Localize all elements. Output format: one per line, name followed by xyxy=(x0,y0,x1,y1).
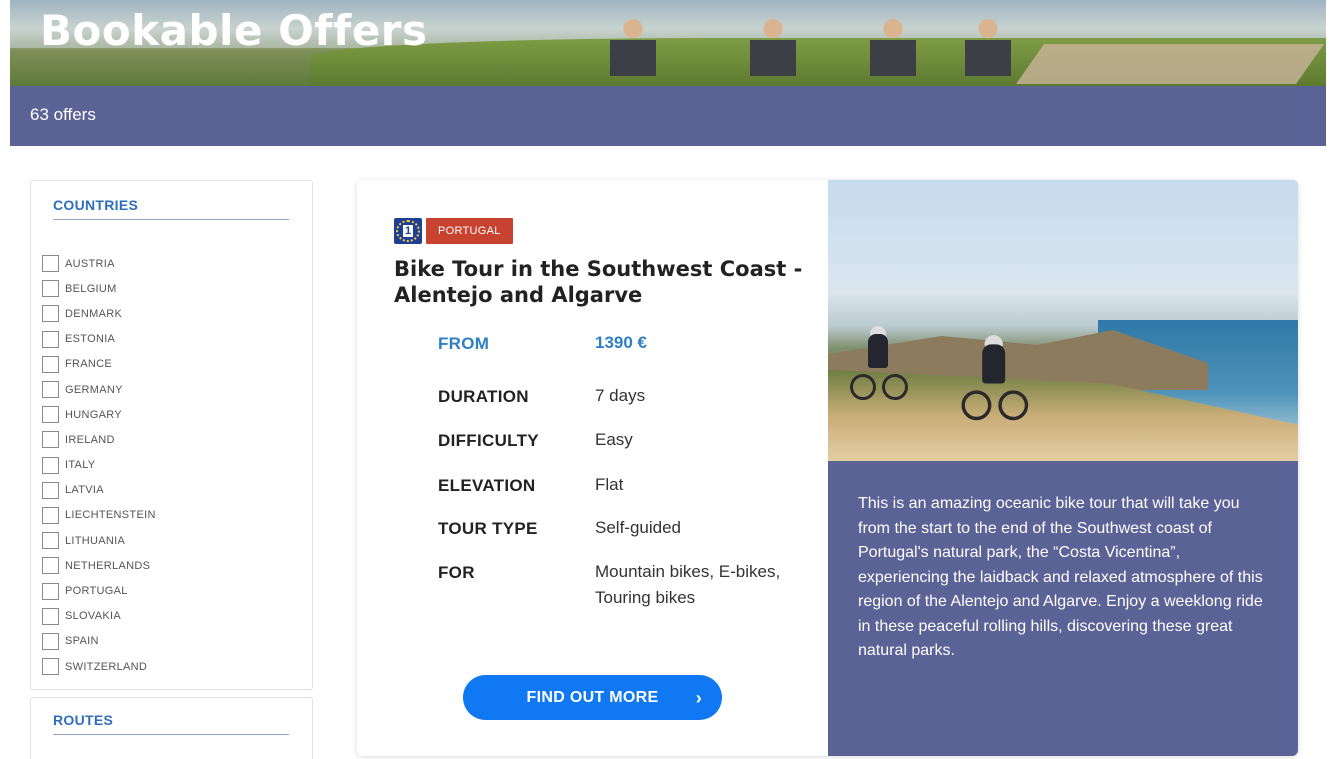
country-filter-item[interactable]: LIECHTENSTEIN xyxy=(42,503,156,528)
routes-filter-title[interactable]: ROUTES xyxy=(53,712,289,735)
hero-cyclist-figure xyxy=(610,16,656,86)
cyclist-body xyxy=(868,334,888,368)
bike-wheel xyxy=(850,374,876,400)
price-value: 1390 € xyxy=(595,333,647,352)
country-label: ESTONIA xyxy=(65,333,116,346)
country-checkbox[interactable] xyxy=(42,456,59,474)
country-checkbox[interactable] xyxy=(42,406,59,424)
offer-count-bar: 63 offers xyxy=(10,86,1326,146)
chevron-right-icon: › xyxy=(695,688,702,708)
duration-value: 7 days xyxy=(595,386,646,405)
country-filter-item[interactable]: HUNGARY xyxy=(42,402,156,427)
spec-label: TOUR TYPE xyxy=(438,519,538,538)
hero-banner: Bookable Offers xyxy=(10,0,1326,86)
country-checkbox[interactable] xyxy=(42,330,59,348)
hero-cyclist-figure xyxy=(870,16,916,86)
country-checkbox[interactable] xyxy=(42,431,59,449)
country-label: BELGIUM xyxy=(65,282,117,295)
country-filter-item[interactable]: SPAIN xyxy=(42,629,156,654)
hero-cyclist-figure xyxy=(965,16,1011,86)
bike-wheel xyxy=(961,390,992,421)
country-checkbox[interactable] xyxy=(42,557,59,575)
countries-filter-title[interactable]: COUNTRIES xyxy=(53,197,289,220)
country-label: HUNGARY xyxy=(65,408,122,421)
cyclist-body xyxy=(982,344,1006,384)
country-checkbox-list: AUSTRIA BELGIUM DENMARK ESTONIA FRANCE GERMAN… xyxy=(42,251,156,679)
country-label: LIECHTENSTEIN xyxy=(65,509,156,522)
country-filter-item[interactable]: BELGIUM xyxy=(42,276,156,301)
country-filter-item[interactable]: SWITZERLAND xyxy=(42,654,156,679)
routes-filter-panel: ROUTES xyxy=(30,697,313,759)
bike-wheel xyxy=(998,390,1029,421)
country-checkbox[interactable] xyxy=(42,305,59,323)
offer-title[interactable]: Bike Tour in the Southwest Coast - Alent… xyxy=(394,256,814,308)
country-checkbox[interactable] xyxy=(42,506,59,524)
country-label: DENMARK xyxy=(65,307,123,320)
country-label: SWITZERLAND xyxy=(65,660,148,673)
country-filter-item[interactable]: ESTONIA xyxy=(42,327,156,352)
country-checkbox[interactable] xyxy=(42,607,59,625)
country-checkbox[interactable] xyxy=(42,381,59,399)
country-checkbox[interactable] xyxy=(42,280,59,298)
countries-filter-panel: COUNTRIES AUSTRIA BELGIUM DENMARK ESTONIA FR… xyxy=(30,180,313,690)
country-filter-item[interactable]: LATVIA xyxy=(42,478,156,503)
country-tag: PORTUGAL xyxy=(426,218,513,244)
country-label: AUSTRIA xyxy=(65,257,115,270)
country-checkbox[interactable] xyxy=(42,582,59,600)
spec-label: FOR xyxy=(438,563,475,582)
photo-cyclist xyxy=(850,326,910,400)
eurovelo-number: 1 xyxy=(402,225,414,237)
country-filter-item[interactable]: PORTUGAL xyxy=(42,578,156,603)
country-label: SPAIN xyxy=(65,635,99,648)
country-label: PORTUGAL xyxy=(65,585,128,598)
offer-description: This is an amazing oceanic bike tour tha… xyxy=(858,495,1263,659)
country-label: FRANCE xyxy=(65,358,113,371)
country-filter-item[interactable]: NETHERLANDS xyxy=(42,553,156,578)
photo-cyclist xyxy=(961,335,1031,421)
country-checkbox[interactable] xyxy=(42,532,59,550)
spec-label: DIFFICULTY xyxy=(438,431,539,450)
offer-media-panel: This is an amazing oceanic bike tour tha… xyxy=(828,180,1298,756)
country-filter-item[interactable]: AUSTRIA xyxy=(42,251,156,276)
country-filter-item[interactable]: FRANCE xyxy=(42,352,156,377)
country-label: GERMANY xyxy=(65,383,123,396)
find-out-more-button[interactable]: FIND OUT MORE › xyxy=(463,675,722,720)
country-checkbox[interactable] xyxy=(42,658,59,676)
offer-count: 63 offers xyxy=(30,105,96,124)
tour-type-value: Self-guided xyxy=(595,518,682,537)
country-checkbox[interactable] xyxy=(42,255,59,273)
hero-path xyxy=(1015,44,1325,84)
offer-card: 1 PORTUGAL Bike Tour in the Southwest Co… xyxy=(357,180,1298,756)
country-label: ITALY xyxy=(65,459,96,472)
country-checkbox[interactable] xyxy=(42,355,59,373)
elevation-value: Flat xyxy=(595,475,624,494)
page-title: Bookable Offers xyxy=(40,6,428,55)
country-filter-item[interactable]: GERMANY xyxy=(42,377,156,402)
spec-label: FROM xyxy=(438,334,490,353)
difficulty-value: Easy xyxy=(595,430,633,449)
offer-details: 1 PORTUGAL Bike Tour in the Southwest Co… xyxy=(357,180,828,756)
offer-photo[interactable] xyxy=(828,180,1298,461)
country-filter-item[interactable]: LITHUANIA xyxy=(42,528,156,553)
country-label: LATVIA xyxy=(65,484,104,497)
country-filter-item[interactable]: ITALY xyxy=(42,453,156,478)
country-filter-item[interactable]: DENMARK xyxy=(42,301,156,326)
country-label: IRELAND xyxy=(65,433,115,446)
country-label: LITHUANIA xyxy=(65,534,126,547)
find-out-more-label: FIND OUT MORE xyxy=(526,688,659,706)
spec-label: DURATION xyxy=(438,387,529,406)
country-label: SLOVAKIA xyxy=(65,610,121,623)
country-checkbox[interactable] xyxy=(42,481,59,499)
bike-types-value: Mountain bikes, E-bikes, Touring bikes xyxy=(595,562,781,607)
bike-wheel xyxy=(882,374,908,400)
hero-cyclist-figure xyxy=(750,16,796,86)
eurovelo-route-badge: 1 xyxy=(394,218,422,244)
country-label: NETHERLANDS xyxy=(65,559,151,572)
spec-label: ELEVATION xyxy=(438,476,536,495)
country-checkbox[interactable] xyxy=(42,632,59,650)
country-filter-item[interactable]: SLOVAKIA xyxy=(42,604,156,629)
country-filter-item[interactable]: IRELAND xyxy=(42,427,156,452)
